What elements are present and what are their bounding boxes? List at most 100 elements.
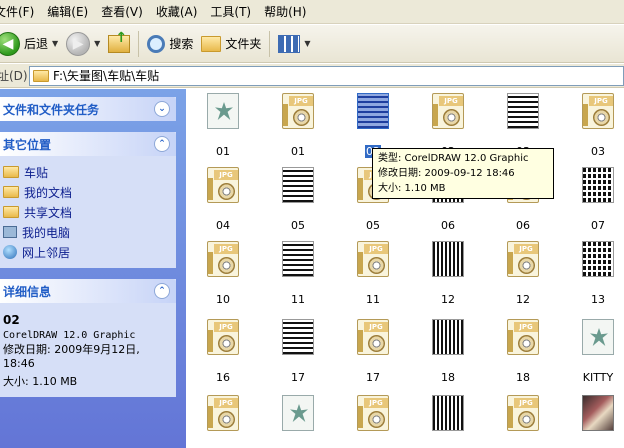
menu-bar: 文件(F) 编辑(E) 查看(V) 收藏(A) 工具(T) 帮助(H): [0, 0, 624, 24]
file-item[interactable]: 变形金刚车: [411, 395, 485, 448]
menu-edit[interactable]: 编辑(E): [43, 3, 97, 20]
chevron-up-icon[interactable]: ⌃: [154, 283, 170, 299]
other-places-title: 其它位置: [3, 137, 52, 152]
views-button[interactable]: ▼: [274, 29, 314, 59]
file-item[interactable]: 05: [261, 167, 335, 232]
file-item[interactable]: JPG 10: [186, 241, 260, 306]
file-item[interactable]: JPG 18: [486, 319, 560, 384]
forward-dropdown-icon[interactable]: ▼: [94, 39, 100, 48]
chevron-up-icon[interactable]: ⌃: [154, 136, 170, 152]
file-item[interactable]: 07: [561, 167, 624, 232]
file-item[interactable]: JPG备份卡通合: [186, 395, 260, 448]
image-thumbnail-icon: [282, 241, 314, 277]
file-item[interactable]: JPG 12: [486, 241, 560, 306]
jpg-file-icon: JPG: [207, 241, 239, 277]
chevron-down-icon[interactable]: ⌄: [154, 101, 170, 117]
forward-button[interactable]: ▶ ▼: [62, 29, 104, 59]
toolbar: ◀ 后退 ▼ ▶ ▼ ↑ 搜索 文件夹 ▼: [0, 25, 624, 63]
file-name-label: 12: [441, 293, 455, 306]
toolbar-separator: [269, 30, 271, 57]
folder-icon: [33, 69, 49, 82]
other-places-header[interactable]: 其它位置 ⌃: [0, 132, 176, 156]
jpg-file-icon: JPG: [357, 241, 389, 277]
menu-view[interactable]: 查看(V): [97, 3, 152, 20]
file-item[interactable]: 11: [261, 241, 335, 306]
menu-tools[interactable]: 工具(T): [206, 3, 260, 20]
file-name-label: 17: [291, 371, 305, 384]
address-bar: 址(D) F:\矢量图\车贴\车贴: [0, 64, 624, 88]
place-my-documents[interactable]: 我的文档: [3, 182, 170, 202]
menu-favorites[interactable]: 收藏(A): [152, 3, 207, 20]
computer-icon: [3, 226, 17, 238]
place-shared-documents[interactable]: 共享文档: [3, 202, 170, 222]
folders-button[interactable]: 文件夹: [197, 29, 265, 59]
jpg-file-icon: JPG: [357, 319, 389, 355]
search-button[interactable]: 搜索: [143, 29, 197, 59]
file-folder-tasks-header[interactable]: 文件和文件夹任务 ⌄: [0, 97, 176, 121]
file-item[interactable]: KITTY: [561, 319, 624, 384]
place-chetie[interactable]: 车贴: [3, 162, 170, 182]
file-name-label: 11: [366, 293, 380, 306]
file-name-label: 07: [591, 219, 605, 232]
details-modified: 修改日期: 2009年9月12日, 18:46: [3, 343, 140, 370]
file-item[interactable]: 17: [261, 319, 335, 384]
details-file-type: CorelDRAW 12.0 Graphic: [3, 330, 136, 341]
tooltip-modified: 修改日期: 2009-09-12 18:46: [378, 168, 515, 179]
file-item[interactable]: JPG 11: [336, 241, 410, 306]
cdr-file-icon: [282, 395, 314, 431]
views-dropdown-icon[interactable]: ▼: [304, 39, 310, 48]
file-name-label: 05: [366, 219, 380, 232]
place-label: 车贴: [24, 165, 49, 180]
shared-folder-icon: [3, 206, 19, 218]
other-places-list: 车贴 我的文档 共享文档 我的电脑 网上邻居: [0, 156, 176, 268]
file-item[interactable]: 车贴杂合: [561, 395, 624, 448]
jpg-file-icon: JPG: [357, 395, 389, 431]
image-thumbnail-icon: [507, 93, 539, 129]
search-icon: [147, 34, 166, 53]
back-dropdown-icon[interactable]: ▼: [52, 39, 58, 48]
file-item[interactable]: JPG变形金刚车: [486, 395, 560, 448]
place-my-computer[interactable]: 我的电脑: [3, 222, 170, 242]
file-item[interactable]: 18: [411, 319, 485, 384]
file-folder-tasks-title: 文件和文件夹任务: [3, 102, 100, 117]
file-item[interactable]: 12: [411, 241, 485, 306]
place-label: 我的文档: [24, 185, 73, 200]
search-label: 搜索: [169, 37, 194, 51]
jpg-file-icon: JPG: [432, 93, 464, 129]
forward-arrow-icon: ▶: [66, 31, 91, 56]
back-arrow-icon: ◀: [0, 31, 20, 56]
details-file-name: 02: [3, 313, 20, 327]
file-name-label: 18: [441, 371, 455, 384]
file-item[interactable]: JPG 04: [186, 167, 260, 232]
file-item[interactable]: 13: [561, 241, 624, 306]
details-body: 02 CorelDRAW 12.0 Graphic 修改日期: 2009年9月1…: [0, 303, 176, 397]
jpg-file-icon: JPG: [507, 395, 539, 431]
cdr-file-icon: [582, 319, 614, 355]
menu-file[interactable]: 文件(F): [0, 3, 43, 20]
image-thumbnail-icon: [357, 93, 389, 129]
file-item[interactable]: 01: [186, 93, 260, 158]
image-thumbnail-icon: [582, 167, 614, 203]
file-name-label: 05: [291, 219, 305, 232]
back-button[interactable]: ◀ 后退 ▼: [0, 29, 62, 59]
file-name-label: 10: [216, 293, 230, 306]
file-name-label: 01: [291, 145, 305, 158]
image-thumbnail-icon: [432, 395, 464, 431]
address-field[interactable]: F:\矢量图\车贴\车贴: [29, 65, 624, 86]
details-size: 大小: 1.10 MB: [3, 375, 78, 388]
file-item[interactable]: JPG备份赛道: [336, 395, 410, 448]
details-header[interactable]: 详细信息 ⌃: [0, 279, 176, 303]
details-title: 详细信息: [3, 284, 52, 299]
file-name-label: 18: [516, 371, 530, 384]
jpg-file-icon: JPG: [582, 93, 614, 129]
file-item[interactable]: JPG 01: [261, 93, 335, 158]
up-folder-button[interactable]: ↑: [104, 29, 134, 59]
file-item[interactable]: JPG 17: [336, 319, 410, 384]
file-name-label: 11: [291, 293, 305, 306]
file-name-label: 06: [441, 219, 455, 232]
file-item[interactable]: JPG 16: [186, 319, 260, 384]
file-item[interactable]: 备份赛道: [261, 395, 335, 448]
file-item[interactable]: JPG 03: [561, 93, 624, 158]
place-network[interactable]: 网上邻居: [3, 242, 170, 262]
menu-help[interactable]: 帮助(H): [260, 3, 315, 20]
